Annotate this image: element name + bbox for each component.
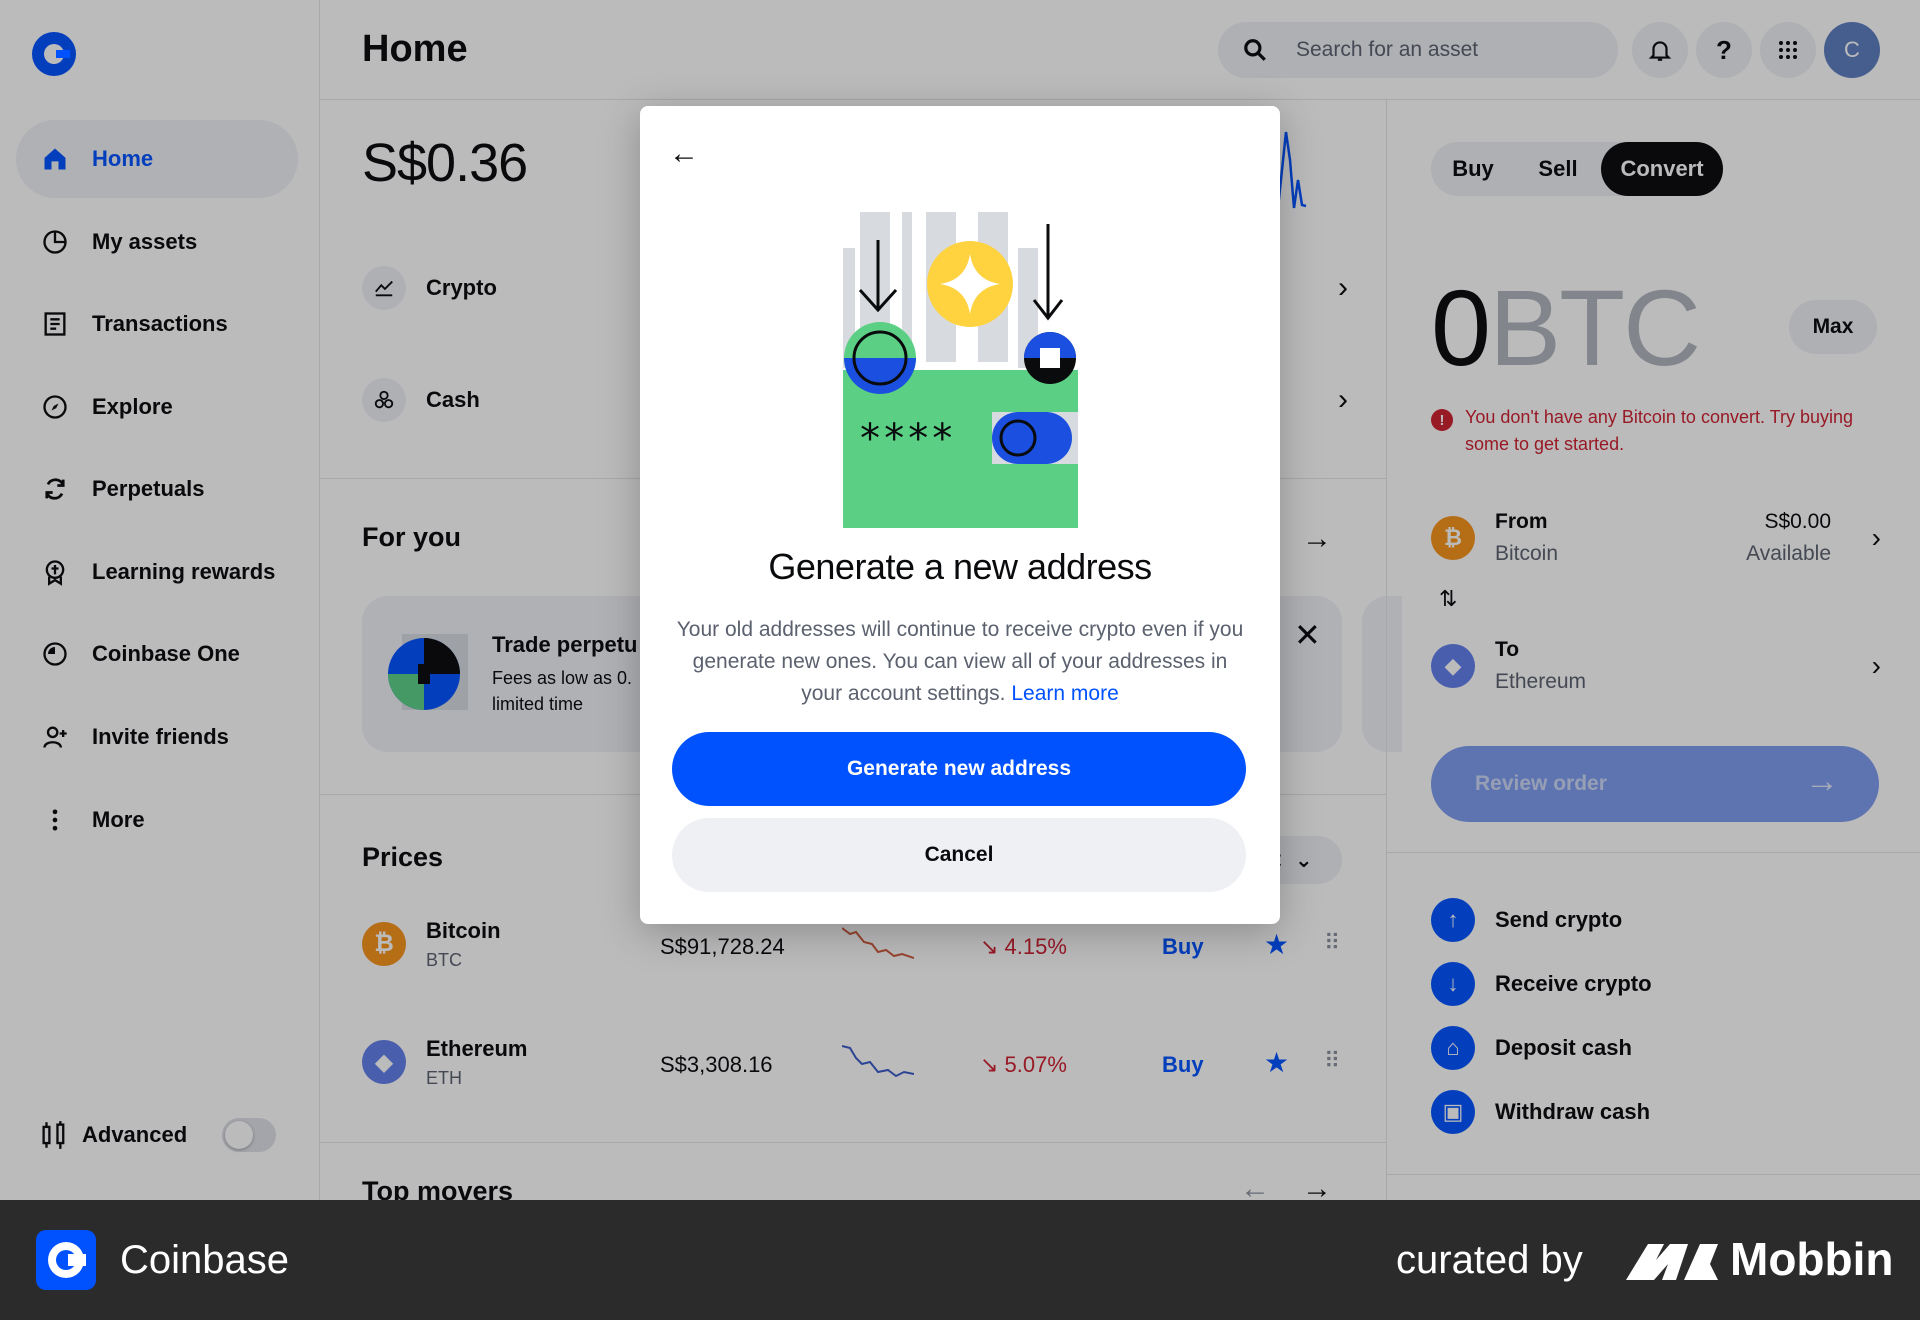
generate-new-address-button[interactable]: Generate new address [672,732,1246,806]
curated-by-text: curated by [1396,1238,1583,1282]
app-name: Coinbase [120,1238,290,1282]
masked-address-text: **** [858,416,954,462]
learn-more-link[interactable]: Learn more [1011,682,1118,705]
modal-body-text: Your old addresses will continue to rece… [676,618,1244,705]
coinbase-app-icon [36,1230,96,1290]
wallet-address-illustration: **** [843,212,1078,528]
mobbin-brand: Mobbin [1730,1233,1894,1285]
modal-body: Your old addresses will continue to rece… [670,614,1250,710]
footer-banner: Coinbase curated by Mobbin [0,1200,1920,1320]
back-arrow-icon[interactable]: ← [664,134,704,174]
app-window: Home My assets Transactions Explore Perp… [0,0,1920,1200]
modal-title: Generate a new address [768,546,1152,587]
generate-address-modal: ← **** Generate a new address Your old a… [640,106,1280,924]
cancel-button[interactable]: Cancel [672,818,1246,892]
